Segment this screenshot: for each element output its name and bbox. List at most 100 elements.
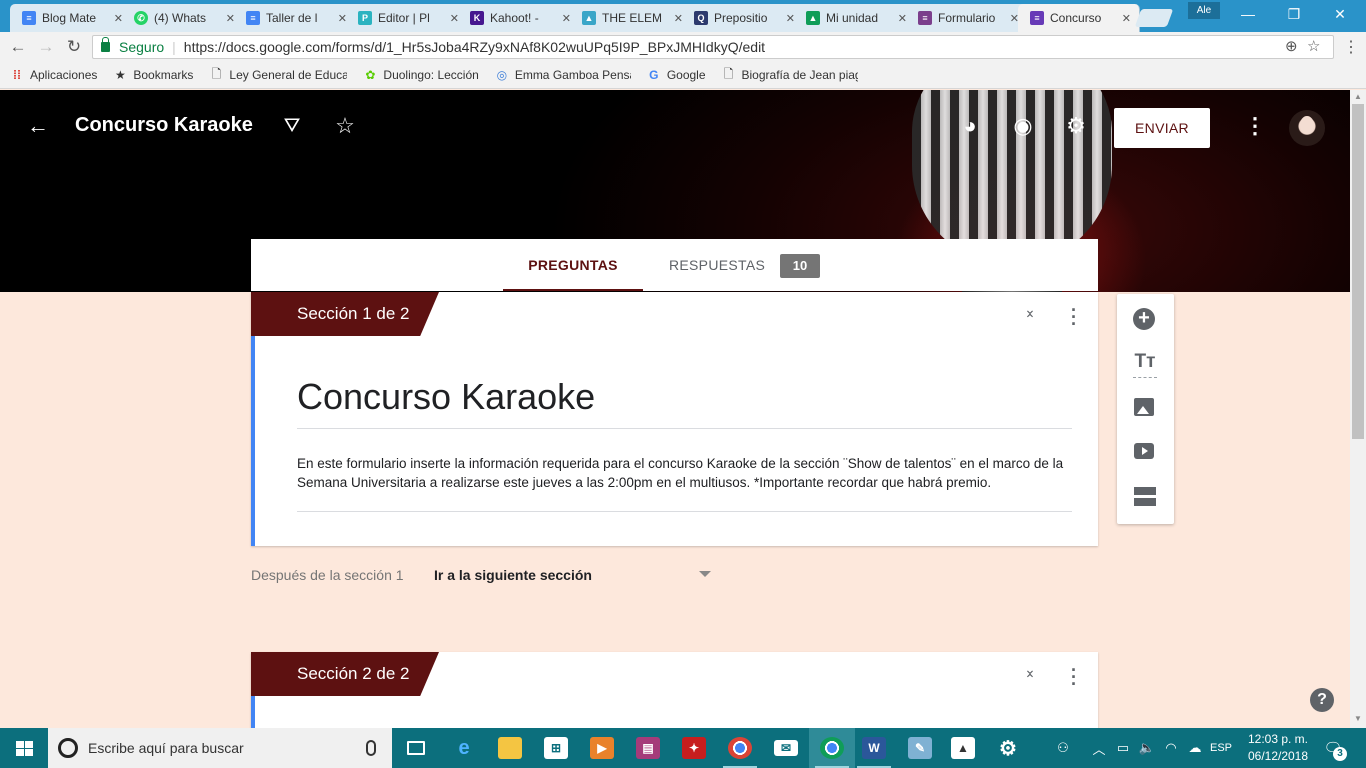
browser-tab-active[interactable]: ≡ Concurso ✕	[1018, 4, 1140, 32]
star-icon[interactable]: ☆	[332, 114, 358, 138]
add-video-icon[interactable]	[1133, 440, 1157, 464]
chrome-active-icon[interactable]	[809, 728, 855, 768]
new-tab-button[interactable]	[1134, 9, 1174, 27]
chrome-icon[interactable]	[717, 728, 763, 768]
forward-arrow-icon[interactable]: →	[36, 37, 56, 57]
back-arrow-icon[interactable]: ←	[25, 114, 51, 138]
windows-taskbar: Escribe aquí para buscar e ⊞ ▶ ▤ ✦ ✉ W ✎…	[0, 728, 1366, 768]
url-text[interactable]: https://docs.google.com/forms/d/1_Hr5sJo…	[184, 39, 765, 55]
globe-icon: ◎	[496, 68, 508, 82]
edge-icon[interactable]: e	[441, 728, 487, 768]
people-icon[interactable]: ⚇	[1050, 728, 1076, 768]
browser-tab[interactable]: Q Prepositio ✕	[682, 4, 804, 32]
add-section-icon[interactable]	[1133, 484, 1157, 508]
piktochart-icon: P	[358, 11, 372, 25]
file-explorer-icon[interactable]	[487, 728, 533, 768]
settings-gear-icon[interactable]: ⚙	[1063, 114, 1089, 138]
url-bar[interactable]: Seguro | https://docs.google.com/forms/d…	[92, 35, 1334, 59]
duolingo-icon: ✿	[365, 68, 376, 82]
drive-add-icon[interactable]: ⛛	[279, 114, 305, 138]
whatsapp-icon: ✆	[134, 11, 148, 25]
minimize-icon[interactable]: —	[1228, 4, 1268, 24]
tab-questions[interactable]: PREGUNTAS	[503, 239, 643, 291]
tab-responses[interactable]: RESPUESTAS	[669, 239, 765, 291]
close-tab-icon[interactable]: ✕	[1122, 12, 1131, 25]
restore-icon[interactable]: ❐	[1274, 4, 1314, 24]
preview-eye-icon[interactable]: ◉	[1010, 114, 1036, 138]
scrollbar-thumb[interactable]	[1352, 104, 1364, 439]
start-button[interactable]	[0, 728, 48, 768]
settings-icon[interactable]: ⚙	[985, 728, 1031, 768]
form-title-input[interactable]: Concurso Karaoke	[297, 376, 595, 418]
mail-icon[interactable]: ✉	[763, 728, 809, 768]
browser-tab[interactable]: ✆ (4) Whats ✕	[122, 4, 244, 32]
form-header-title[interactable]: Concurso Karaoke	[75, 114, 253, 137]
bookmark-star-icon[interactable]: ☆	[1307, 37, 1320, 55]
wifi-icon[interactable]: ◠	[1160, 728, 1182, 768]
dropdown-arrow-icon[interactable]	[699, 571, 711, 577]
photos-icon[interactable]: ▲	[940, 728, 986, 768]
volume-icon[interactable]: 🔈	[1136, 728, 1158, 768]
clock[interactable]: 12:03 p. m. 06/12/2018	[1238, 731, 1318, 765]
collapse-section-icon[interactable]: ⌄ ⌃	[1020, 302, 1040, 326]
browser-tab[interactable]: ▲ THE ELEM ✕	[570, 4, 692, 32]
taskbar-search-box[interactable]: Escribe aquí para buscar	[48, 728, 392, 768]
store-icon[interactable]: ⊞	[533, 728, 579, 768]
browser-tab[interactable]: ≡ Blog Mate ✕	[10, 4, 132, 32]
bookmark-item[interactable]: ◎ Emma Gamboa Pensa	[495, 68, 631, 82]
after-section-dropdown[interactable]: Ir a la siguiente sección	[434, 567, 592, 583]
section-more-icon[interactable]: · · ·	[1064, 301, 1084, 333]
game-app-icon[interactable]: ✦	[671, 728, 717, 768]
browser-tab[interactable]: P Editor | Pl ✕	[346, 4, 468, 32]
cortana-icon	[58, 738, 78, 758]
question-toolbar: + Tт	[1117, 294, 1174, 524]
palette-icon[interactable]: ◕	[957, 114, 983, 138]
bookmarks-bar: ⁞⁞ Aplicaciones ★ Bookmarks 🗋 Ley General d…	[0, 62, 1366, 89]
section-more-icon[interactable]: · · ·	[1064, 661, 1084, 693]
bookmark-item[interactable]: G Google	[647, 68, 705, 82]
form-tabs-card: PREGUNTAS RESPUESTAS 10	[251, 239, 1098, 291]
windows-logo-icon	[16, 741, 24, 748]
battery-icon[interactable]: ▭	[1112, 728, 1134, 768]
bookmark-item[interactable]: 🗋 Ley General de Educac	[209, 67, 348, 83]
help-icon[interactable]: ?	[1310, 688, 1334, 712]
collapse-section-icon[interactable]: ⌄ ⌃	[1020, 662, 1040, 686]
task-view-icon[interactable]	[393, 728, 439, 768]
bookmark-folder[interactable]: ★ Bookmarks	[113, 68, 193, 82]
browser-tab[interactable]: K Kahoot! - ✕	[458, 4, 580, 32]
zoom-icon[interactable]: ⊕	[1285, 37, 1298, 55]
winrar-icon[interactable]: ▤	[625, 728, 671, 768]
browser-tab[interactable]: ≡ Formulario ✕	[906, 4, 1028, 32]
paint-icon[interactable]: ✎	[897, 728, 943, 768]
close-window-icon[interactable]: ✕	[1320, 4, 1360, 24]
bookmark-apps[interactable]: ⁞⁞ Aplicaciones	[10, 68, 97, 82]
chrome-menu-icon[interactable]: ⋮	[1343, 37, 1359, 57]
add-question-icon[interactable]: +	[1133, 308, 1155, 330]
reload-icon[interactable]: ↻	[64, 37, 84, 57]
show-hidden-icons-icon[interactable]: ︿	[1090, 728, 1108, 768]
browser-tab[interactable]: ≡ Taller de l ✕	[234, 4, 356, 32]
language-indicator[interactable]: ESP	[1208, 728, 1234, 768]
bookmark-item[interactable]: 🗋 Biografía de Jean piag	[722, 67, 858, 83]
responses-count-badge: 10	[780, 254, 820, 278]
scroll-up-arrow-icon[interactable]: ▲	[1350, 90, 1366, 104]
microphone-icon[interactable]	[366, 740, 376, 756]
more-vert-icon[interactable]: ⋮	[1242, 114, 1268, 138]
bookmark-item[interactable]: ✿ Duolingo: Lección	[363, 68, 478, 82]
notification-count-badge: 3	[1333, 747, 1347, 761]
send-button[interactable]: ENVIAR	[1114, 108, 1210, 148]
user-profile-badge[interactable]: Ale	[1188, 2, 1220, 19]
add-image-icon[interactable]	[1133, 396, 1157, 420]
avatar-face	[1300, 116, 1314, 134]
back-arrow-icon[interactable]: ←	[8, 37, 28, 57]
network-warning-icon[interactable]: ☁	[1184, 728, 1206, 768]
kahoot-icon: K	[470, 11, 484, 25]
scroll-down-arrow-icon[interactable]: ▼	[1350, 712, 1366, 726]
apps-grid-icon: ⁞⁞	[13, 68, 21, 82]
clock-time: 12:03 p. m.	[1247, 732, 1309, 746]
media-player-icon[interactable]: ▶	[579, 728, 625, 768]
form-description-input[interactable]: En este formulario inserte la informació…	[297, 454, 1072, 492]
browser-tab[interactable]: ▲ Mi unidad ✕	[794, 4, 916, 32]
word-icon[interactable]: W	[851, 728, 897, 768]
add-title-icon[interactable]: Tт	[1133, 350, 1157, 378]
